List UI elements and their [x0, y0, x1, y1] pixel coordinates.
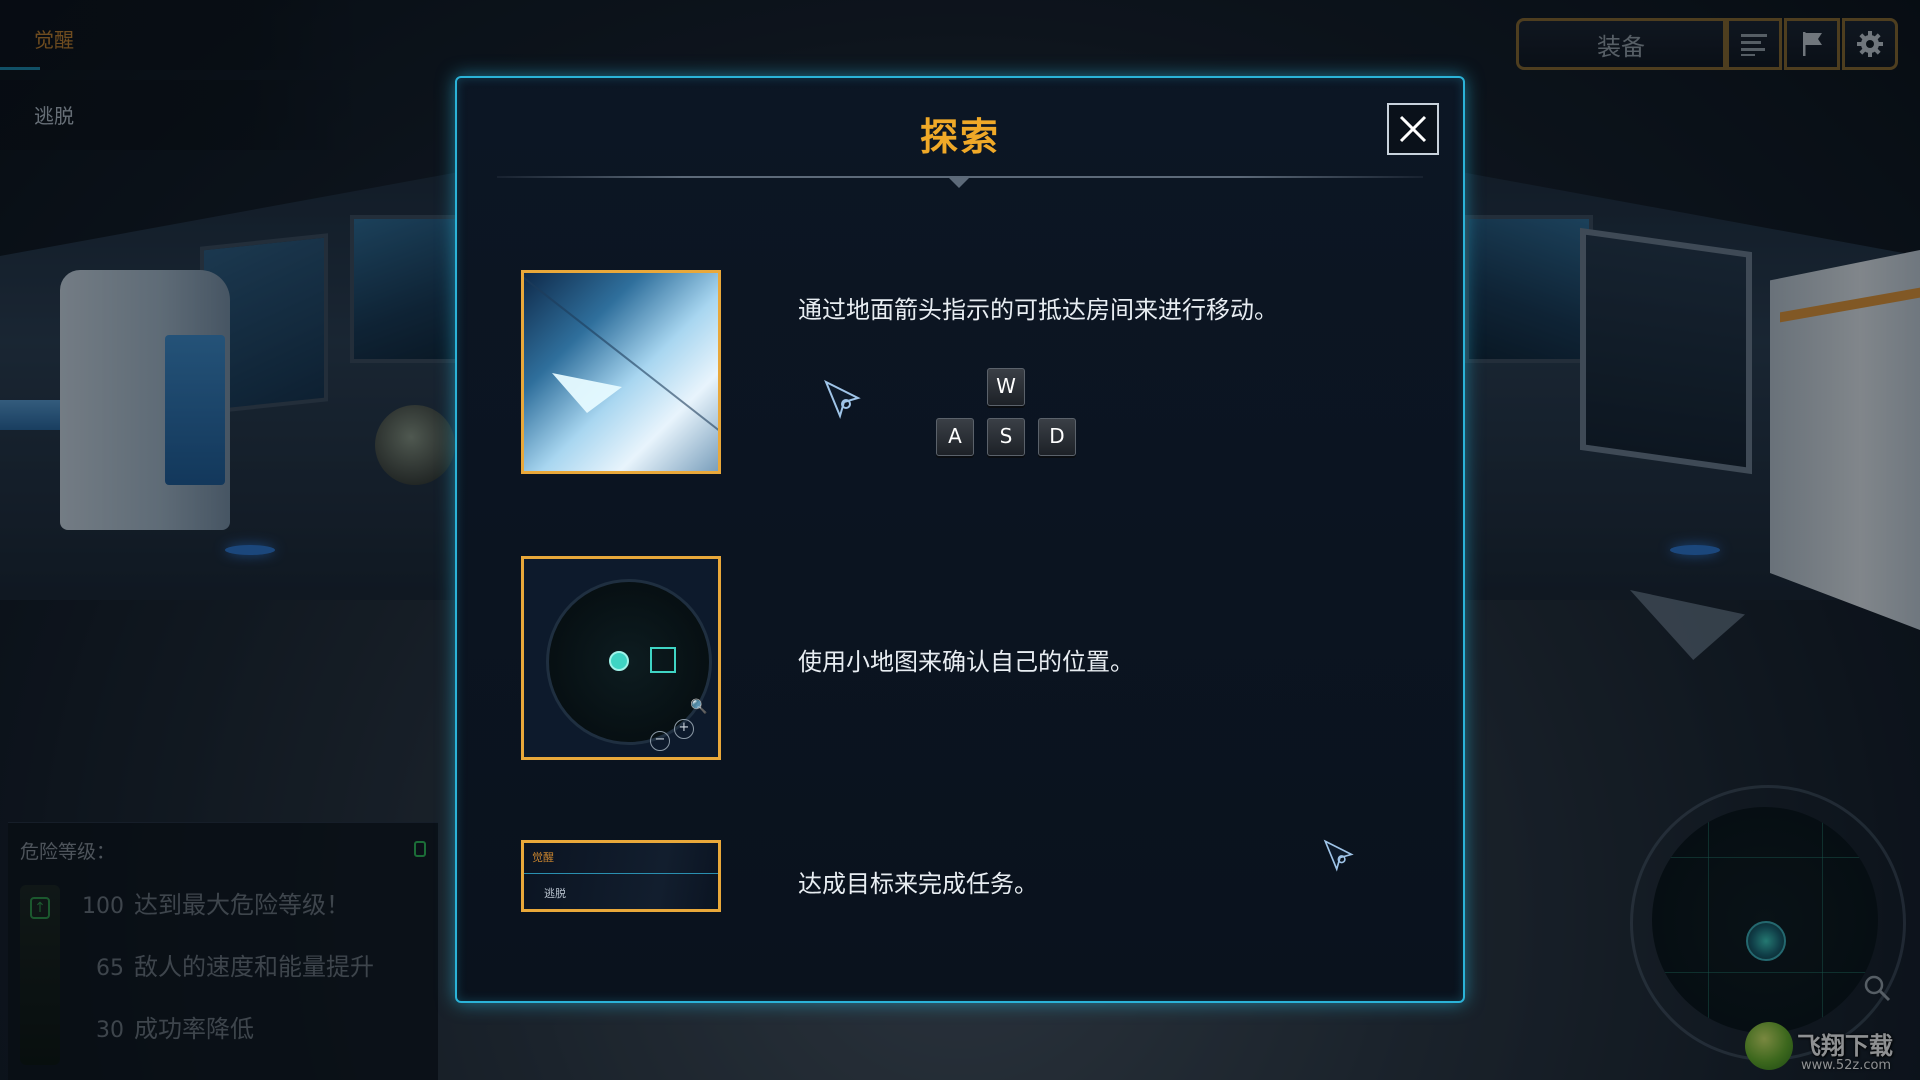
preview-arrow-icon	[552, 373, 622, 413]
preview-room-marker	[650, 647, 676, 673]
preview-zoom-icon: 🔍	[690, 699, 708, 715]
preview-player-marker	[609, 651, 629, 671]
dialog-title: 探索	[919, 115, 1000, 159]
tip-text-minimap: 使用小地图来确认自己的位置。	[798, 648, 1134, 676]
key-s: S	[987, 418, 1025, 456]
preview-objective-next: 逃脱	[544, 887, 566, 900]
floor-arrow-preview-image	[521, 270, 721, 474]
preview-zoom-in-icon: +	[674, 719, 694, 739]
explore-tutorial-dialog: 探索 通过地面箭头指示的可抵达房间来进行移动。 W A S D 🔍 − + 使用…	[455, 76, 1465, 1003]
close-button[interactable]	[1387, 103, 1439, 155]
key-d: D	[1038, 418, 1076, 456]
key-a: A	[936, 418, 974, 456]
cursor-icon	[824, 379, 861, 420]
preview-objective-current: 觉醒	[532, 851, 554, 864]
close-icon	[1399, 115, 1427, 143]
tip-text-objectives: 达成目标来完成任务。	[798, 870, 1038, 898]
divider-notch	[947, 176, 971, 188]
tip-text-move: 通过地面箭头指示的可抵达房间来进行移动。	[798, 296, 1278, 324]
key-w: W	[987, 368, 1025, 406]
preview-divider	[524, 873, 718, 874]
preview-zoom-out-icon: −	[650, 731, 670, 751]
cursor-icon	[1323, 839, 1354, 872]
preview-floor-edge	[524, 273, 718, 458]
game-scene: 觉醒 逃脱 装备 危险等级： ↑ 100 达到最大危险等级！ 65 敌人的速度和…	[0, 0, 1920, 1080]
objectives-preview-image: 觉醒 逃脱	[521, 840, 721, 912]
minimap-preview-image: 🔍 − +	[521, 556, 721, 760]
